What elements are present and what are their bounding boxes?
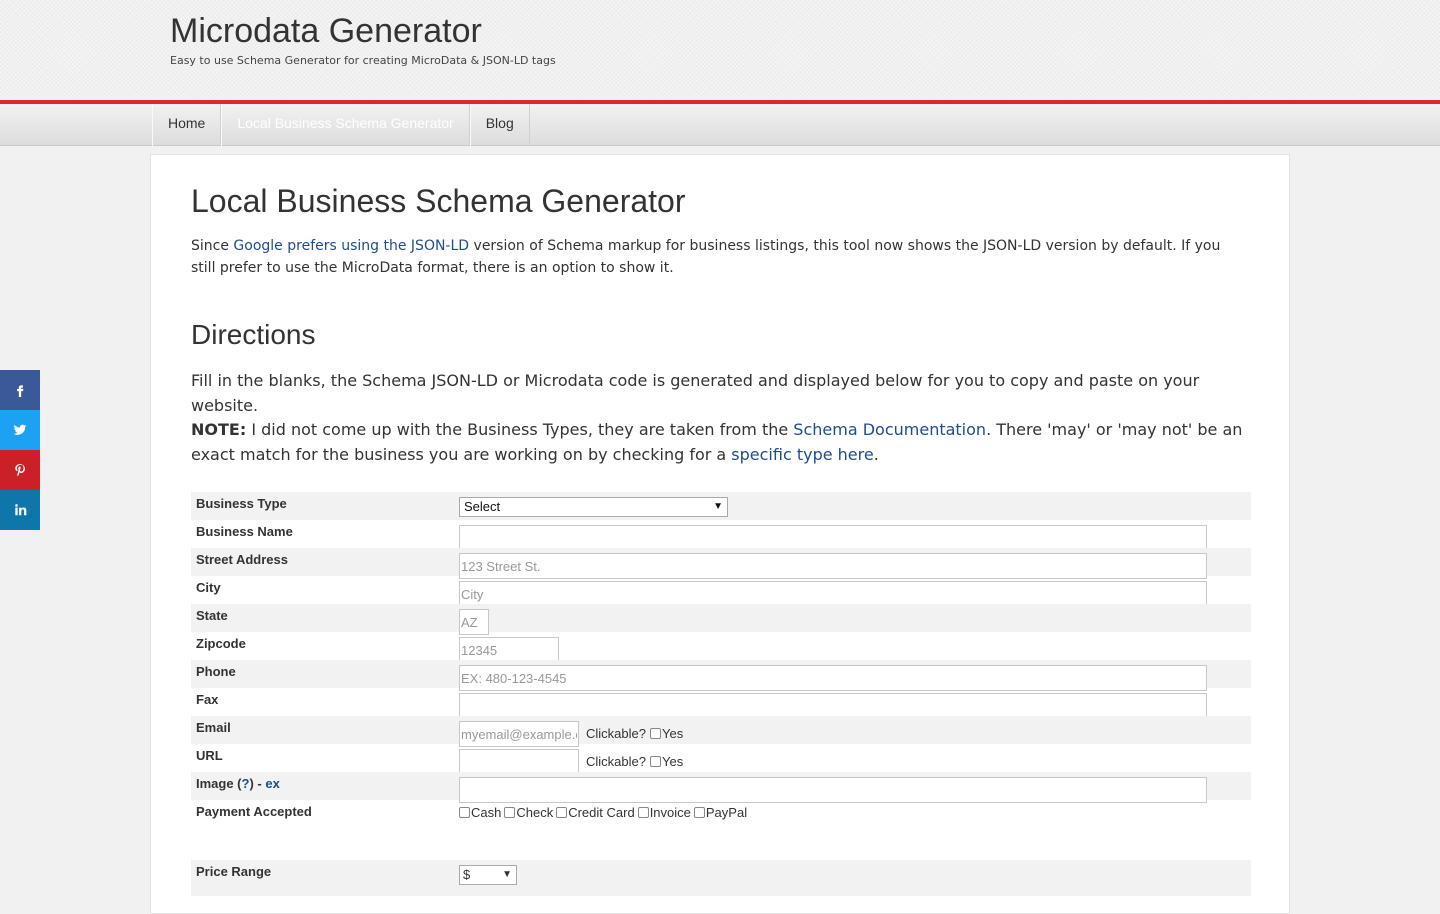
price-range-select[interactable]: $ ▼	[459, 865, 517, 885]
payment-option-cash[interactable]: Cash	[459, 805, 501, 820]
specific-type-link[interactable]: specific type here	[731, 445, 873, 464]
business-type-value: Select	[464, 499, 501, 514]
linkedin-icon	[15, 504, 27, 516]
page-title: Local Business Schema Generator	[191, 183, 686, 219]
email-clickable-checkbox[interactable]	[649, 728, 661, 739]
facebook-share-button[interactable]	[0, 370, 40, 410]
facebook-icon	[17, 385, 24, 397]
email-label: Email	[196, 720, 231, 735]
payment-option-check[interactable]: Check	[504, 805, 553, 820]
url-clickable-label: Clickable?	[586, 754, 646, 769]
payment-invoice-checkbox[interactable]	[637, 807, 649, 818]
url-label: URL	[196, 748, 223, 763]
site-header: Microdata Generator Easy to use Schema G…	[0, 0, 1440, 100]
zipcode-label: Zipcode	[196, 636, 246, 651]
form-row-price-range: Price Range $ ▼	[191, 860, 1251, 896]
payment-option-label: Invoice	[649, 805, 691, 820]
payment-cash-checkbox[interactable]	[459, 807, 470, 818]
price-range-value: $	[463, 867, 471, 882]
note-text-3: .	[873, 445, 879, 464]
image-label: Image (?) - ex	[196, 776, 280, 791]
site-title[interactable]: Microdata Generator	[170, 12, 482, 51]
site-tagline: Easy to use Schema Generator for creatin…	[170, 54, 556, 67]
schema-documentation-link[interactable]: Schema Documentation	[793, 420, 986, 439]
business-type-select[interactable]: Select ▼	[459, 497, 728, 517]
url-clickable-checkbox[interactable]	[649, 756, 661, 767]
email-yes-label: Yes	[661, 726, 684, 741]
form-row-street-address: Street Address	[191, 548, 1251, 579]
image-label-text: Image (	[196, 776, 242, 791]
nav-home[interactable]: Home	[152, 104, 222, 146]
nav-local-business-schema-generator[interactable]: Local Business Schema Generator	[221, 104, 470, 146]
payment-option-label: Check	[516, 805, 554, 820]
payment-option-label: Cash	[471, 805, 502, 820]
payment-credit-card-checkbox[interactable]	[556, 807, 568, 818]
form-row-business-type: Business Type Select ▼	[191, 492, 1251, 520]
note-paragraph: NOTE: I did not come up with the Busines…	[191, 417, 1251, 467]
form-row-business-name: Business Name	[191, 520, 1251, 551]
form-row-email: Email Clickable? Yes	[191, 716, 1251, 747]
payment-option-credit-card[interactable]: Credit Card	[556, 805, 635, 820]
payment-option-invoice[interactable]: Invoice	[637, 805, 691, 820]
city-label: City	[196, 580, 221, 595]
street-address-label: Street Address	[196, 552, 288, 567]
note-text-1: I did not come up with the Business Type…	[246, 420, 794, 439]
google-json-ld-link[interactable]: Google prefers using the JSON-LD	[233, 238, 469, 254]
directions-text: Fill in the blanks, the Schema JSON-LD o…	[191, 371, 1200, 415]
main-content: Local Business Schema Generator Since Go…	[150, 154, 1290, 914]
email-clickable-option: Clickable? Yes	[586, 726, 683, 741]
form-row-phone: Phone	[191, 660, 1251, 691]
payment-options: Cash Check Credit Card Invoice PayPal	[459, 805, 750, 820]
url-yes-label: Yes	[661, 754, 684, 769]
image-example-link[interactable]: ex	[265, 776, 279, 791]
form-row-payment: Payment Accepted Cash Check Credit Card …	[191, 800, 1251, 828]
business-name-label: Business Name	[196, 524, 293, 539]
payment-accepted-label: Payment Accepted	[196, 804, 312, 819]
main-nav: Home Local Business Schema Generator Blo…	[0, 104, 1440, 146]
schema-form: Business Type Select ▼ Business Name Stre…	[191, 492, 1251, 896]
form-row-zipcode: Zipcode	[191, 632, 1251, 663]
form-row-state: State	[191, 604, 1251, 635]
intro-paragraph: Since Google prefers using the JSON-LD v…	[191, 235, 1241, 279]
fax-label: Fax	[196, 692, 219, 707]
intro-text-start: Since	[191, 238, 234, 254]
form-row-url: URL Clickable? Yes	[191, 744, 1251, 775]
payment-check-checkbox[interactable]	[504, 807, 516, 818]
social-share-bar	[0, 370, 40, 530]
linkedin-share-button[interactable]	[0, 490, 40, 530]
nav-blog[interactable]: Blog	[469, 104, 530, 146]
price-range-label: Price Range	[196, 864, 272, 879]
image-label-separator: ) -	[249, 776, 266, 791]
email-clickable-label: Clickable?	[586, 726, 646, 741]
form-row-image: Image (?) - ex	[191, 772, 1251, 803]
directions-heading: Directions	[191, 319, 316, 350]
twitter-icon	[13, 424, 27, 435]
business-type-label: Business Type	[196, 496, 287, 511]
payment-option-paypal[interactable]: PayPal	[693, 805, 748, 820]
payment-option-label: Credit Card	[568, 805, 635, 820]
pinterest-share-button[interactable]	[0, 450, 40, 490]
payment-paypal-checkbox[interactable]	[693, 807, 705, 818]
url-clickable-option: Clickable? Yes	[586, 754, 683, 769]
note-label: NOTE:	[191, 420, 247, 439]
dropdown-arrow-icon: ▼	[502, 869, 512, 880]
state-label: State	[196, 608, 228, 623]
form-row-fax: Fax	[191, 688, 1251, 719]
dropdown-arrow-icon: ▼	[713, 501, 723, 512]
form-row-city: City	[191, 576, 1251, 607]
payment-option-label: PayPal	[705, 805, 748, 820]
twitter-share-button[interactable]	[0, 410, 40, 450]
pinterest-icon	[15, 464, 25, 477]
phone-label: Phone	[196, 664, 236, 679]
